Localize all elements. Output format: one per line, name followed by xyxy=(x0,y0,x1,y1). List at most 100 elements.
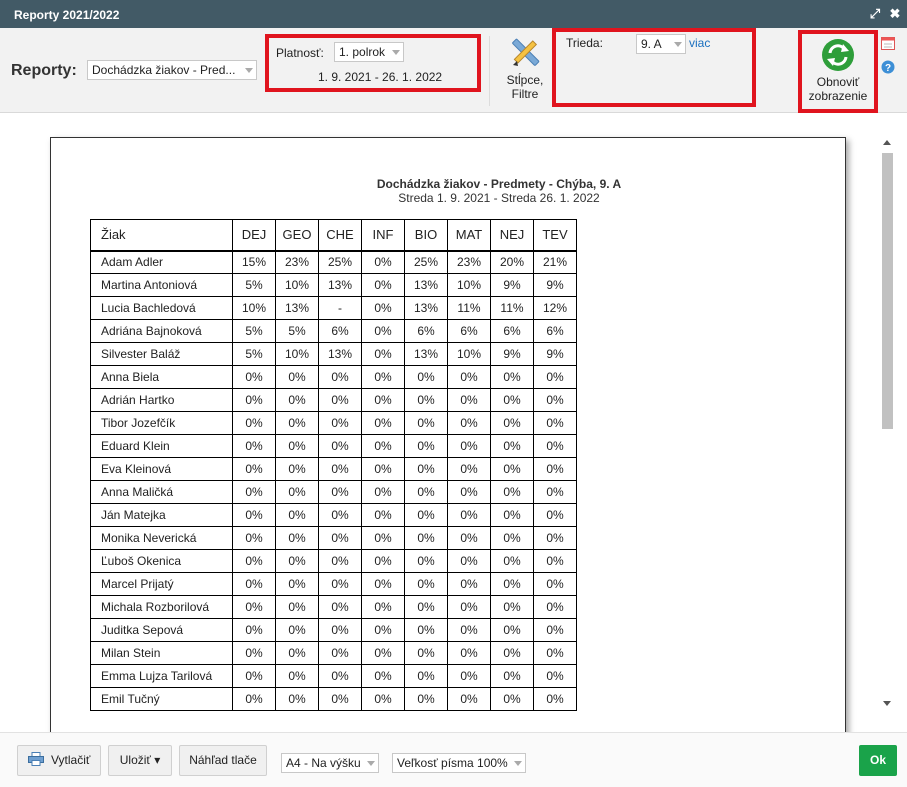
absence-cell: 0% xyxy=(275,618,319,642)
column-header: DEJ xyxy=(232,219,276,252)
absence-cell: 10% xyxy=(447,342,491,366)
table-row: Milan Stein 0% 0% 0% 0% 0% 0% 0% 0% xyxy=(90,641,577,665)
print-preview-label: Náhľad tlače xyxy=(189,753,257,767)
absence-cell: 0% xyxy=(318,365,362,389)
table-row: Eva Kleinová 0% 0% 0% 0% 0% 0% 0% 0% xyxy=(90,457,577,481)
class-select[interactable]: 9. A xyxy=(636,34,686,54)
absence-cell: 0% xyxy=(533,664,577,688)
absence-cell: 0% xyxy=(404,687,448,711)
absence-cell: 0% xyxy=(404,664,448,688)
window-titlebar: Reporty 2021/2022 ⤢ ✖ xyxy=(0,0,907,28)
absence-cell: 0% xyxy=(232,365,276,389)
font-size-select[interactable]: Veľkosť písma 100% xyxy=(392,753,526,773)
student-name-cell: Martina Antoniová xyxy=(90,273,233,297)
absence-cell: 0% xyxy=(275,480,319,504)
print-preview-button[interactable]: Náhľad tlače xyxy=(179,745,267,776)
validity-range: 1. 9. 2021 - 26. 1. 2022 xyxy=(318,70,443,84)
absence-cell: 13% xyxy=(404,342,448,366)
validity-select-value: 1. polrok xyxy=(339,45,386,59)
validity-select[interactable]: 1. polrok xyxy=(334,42,404,62)
absence-cell: 0% xyxy=(533,687,577,711)
absence-cell: 13% xyxy=(318,342,362,366)
absence-cell: 0% xyxy=(490,549,534,573)
absence-cell: 0% xyxy=(275,641,319,665)
chevron-down-icon xyxy=(392,50,400,55)
absence-cell: 0% xyxy=(404,595,448,619)
scroll-down-icon[interactable] xyxy=(883,701,891,706)
absence-cell: 10% xyxy=(447,273,491,297)
absence-cell: 0% xyxy=(275,549,319,573)
absence-cell: 0% xyxy=(533,365,577,389)
print-button[interactable]: Vytlačiť xyxy=(17,745,101,776)
absence-cell: 0% xyxy=(447,503,491,527)
absence-cell: 0% xyxy=(533,595,577,619)
absence-cell: 0% xyxy=(318,664,362,688)
absence-cell: 0% xyxy=(490,388,534,412)
attendance-table: Žiak DEJ GEO CHE INF BIO MAT NEJ TEV Adam Adler 1… xyxy=(90,219,577,711)
student-name-cell: Tibor Jozefčík xyxy=(90,411,233,435)
scrollbar-thumb[interactable] xyxy=(882,153,893,429)
student-name-cell: Adam Adler xyxy=(90,250,233,274)
ok-button[interactable]: Ok xyxy=(859,745,897,776)
absence-cell: 0% xyxy=(404,411,448,435)
absence-cell: 0% xyxy=(232,618,276,642)
absence-cell: 0% xyxy=(533,618,577,642)
report-select[interactable]: Dochádzka žiakov - Pred... xyxy=(87,60,257,80)
absence-cell: 25% xyxy=(318,250,362,274)
absence-cell: 5% xyxy=(232,273,276,297)
absence-cell: 6% xyxy=(533,319,577,343)
refresh-icon xyxy=(822,39,854,71)
page-format-select[interactable]: A4 - Na výšku xyxy=(281,753,379,773)
absence-cell: 0% xyxy=(275,503,319,527)
save-button[interactable]: Uložiť ▾ xyxy=(108,745,172,776)
absence-cell: 0% xyxy=(361,526,405,550)
table-row: Emil Tučný 0% 0% 0% 0% 0% 0% 0% 0% xyxy=(90,687,577,711)
print-label: Vytlačiť xyxy=(50,753,91,767)
absence-cell: 10% xyxy=(232,296,276,320)
absence-cell: 0% xyxy=(404,572,448,596)
scroll-up-icon[interactable] xyxy=(883,140,891,145)
absence-cell: 0% xyxy=(490,434,534,458)
validity-label: Platnosť: xyxy=(276,46,324,60)
absence-cell: 0% xyxy=(361,342,405,366)
absence-cell: 23% xyxy=(447,250,491,274)
class-label: Trieda: xyxy=(566,36,603,50)
table-row: Emma Lujza Tarilová 0% 0% 0% 0% 0% 0% 0% 0% xyxy=(90,664,577,688)
absence-cell: 0% xyxy=(490,365,534,389)
absence-cell: 0% xyxy=(361,273,405,297)
absence-cell: 0% xyxy=(447,618,491,642)
calendar-icon[interactable] xyxy=(881,36,895,50)
absence-cell: 6% xyxy=(404,319,448,343)
absence-cell: 0% xyxy=(490,595,534,619)
absence-cell: 0% xyxy=(318,641,362,665)
maximize-icon[interactable]: ⤢ xyxy=(867,6,883,22)
absence-cell: 5% xyxy=(232,342,276,366)
refresh-button[interactable]: Obnoviť zobrazenie xyxy=(804,38,872,103)
absence-cell: 0% xyxy=(232,595,276,619)
columns-filters-button[interactable]: Stĺpce, Filtre xyxy=(500,36,550,101)
absence-cell: 0% xyxy=(232,457,276,481)
absence-cell: 0% xyxy=(275,664,319,688)
close-icon[interactable]: ✖ xyxy=(887,6,903,22)
absence-cell: 0% xyxy=(275,457,319,481)
absence-cell: 0% xyxy=(404,618,448,642)
student-name-cell: Milan Stein xyxy=(90,641,233,665)
help-icon[interactable]: ? xyxy=(881,60,895,74)
absence-cell: 0% xyxy=(275,365,319,389)
vertical-scrollbar[interactable] xyxy=(879,140,896,712)
student-name-cell: Ján Matejka xyxy=(90,503,233,527)
page-format-value: A4 - Na výšku xyxy=(286,756,361,770)
table-row: Marcel Prijatý 0% 0% 0% 0% 0% 0% 0% 0% xyxy=(90,572,577,596)
absence-cell: 0% xyxy=(404,388,448,412)
refresh-label-2: zobrazenie xyxy=(808,89,868,103)
table-row: Anna Maličká 0% 0% 0% 0% 0% 0% 0% 0% xyxy=(90,480,577,504)
toolbar: Reporty: Dochádzka žiakov - Pred... Plat… xyxy=(0,28,907,113)
student-name-cell: Lucia Bachledová xyxy=(90,296,233,320)
absence-cell: 0% xyxy=(361,480,405,504)
absence-cell: 0% xyxy=(361,388,405,412)
column-header: NEJ xyxy=(490,219,534,252)
student-name-cell: Adrián Hartko xyxy=(90,388,233,412)
absence-cell: 0% xyxy=(533,388,577,412)
more-link[interactable]: viac xyxy=(689,36,710,50)
absence-cell: 0% xyxy=(361,319,405,343)
